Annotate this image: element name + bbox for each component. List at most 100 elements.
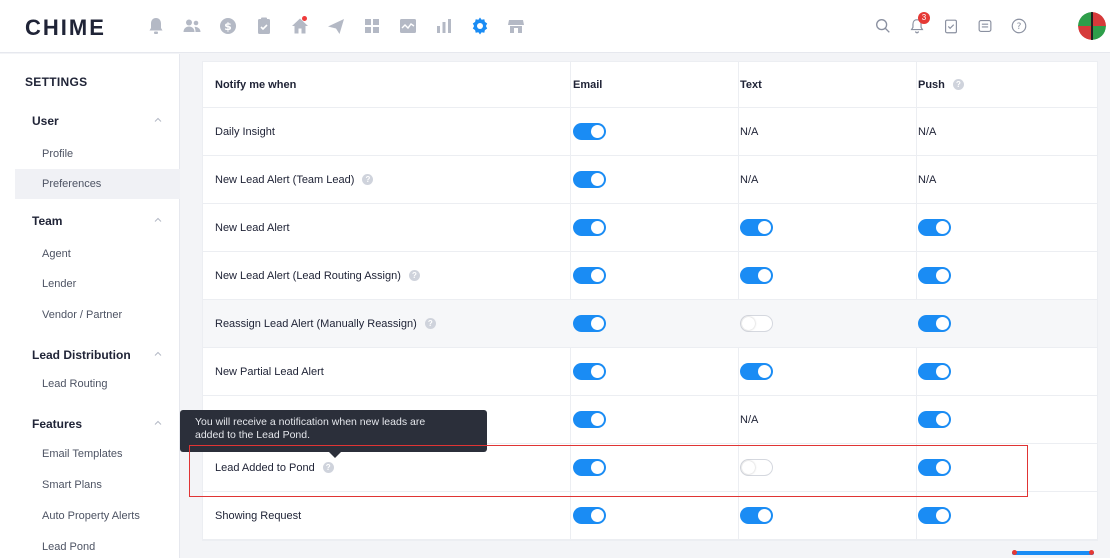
store-icon[interactable] (498, 12, 534, 40)
table-row: New Partial Lead Alert (203, 348, 1097, 396)
sidebar-item-preferences[interactable]: Preferences (15, 169, 180, 199)
email-toggle[interactable] (573, 315, 606, 332)
highlight-box (189, 445, 1028, 497)
chart-line-icon[interactable] (390, 12, 426, 40)
notification-badge: 3 (918, 12, 930, 24)
notification-bell-icon[interactable]: 3 (902, 12, 932, 40)
header-text: Text (740, 78, 762, 91)
help-icon[interactable]: ? (1004, 12, 1034, 40)
table-row: Showing Request (203, 492, 1097, 540)
clipboard-icon[interactable] (246, 12, 282, 40)
help-icon[interactable]: ? (424, 318, 436, 329)
text-toggle-cell (740, 348, 900, 395)
bell-icon[interactable] (138, 12, 174, 40)
notification-name: Showing Request (215, 509, 302, 522)
email-toggle[interactable] (573, 123, 606, 140)
push-toggle[interactable] (918, 507, 951, 524)
sidebar-item-auto-property-alerts[interactable]: Auto Property Alerts (15, 501, 180, 531)
sidebar-group-team[interactable]: Team (0, 204, 180, 238)
sidebar-group-label: Team (32, 214, 63, 228)
help-icon[interactable]: ? (408, 270, 420, 281)
header-push: Push? (918, 62, 1088, 107)
email-toggle[interactable] (573, 219, 606, 236)
task-icon[interactable] (936, 12, 966, 40)
chevron-up-icon (154, 117, 162, 122)
send-icon[interactable] (318, 12, 354, 40)
text-toggle[interactable] (740, 363, 773, 380)
notification-name: Daily Insight (215, 125, 275, 138)
text-toggle[interactable] (740, 315, 773, 332)
email-toggle[interactable] (573, 171, 606, 188)
sidebar-item-email-templates[interactable]: Email Templates (15, 439, 180, 469)
push-toggle-cell (918, 204, 1088, 251)
sidebar-item-lead-routing[interactable]: Lead Routing (15, 369, 180, 399)
push-toggle-cell (918, 348, 1088, 395)
notification-name: New Partial Lead Alert (215, 365, 324, 378)
table-row: Reassign Lead Alert (Manually Reassign)? (203, 300, 1097, 348)
push-toggle[interactable] (918, 411, 951, 428)
table-row: New Lead Alert (Lead Routing Assign)? (203, 252, 1097, 300)
sidebar-item-vendor-partner[interactable]: Vendor / Partner (15, 300, 180, 330)
sidebar-item-smart-plans[interactable]: Smart Plans (15, 470, 180, 500)
sidebar-group-label: User (32, 114, 59, 128)
bar-chart-icon[interactable] (426, 12, 462, 40)
sidebar-group-features[interactable]: Features (0, 407, 180, 441)
header-notify-me-when: Notify me when (215, 78, 297, 91)
email-toggle[interactable] (573, 411, 606, 428)
sidebar-item-lender[interactable]: Lender (15, 269, 180, 299)
utility-icons: 3 ? (868, 12, 1038, 40)
sidebar-group-label: Features (32, 417, 83, 431)
search-icon[interactable] (868, 12, 898, 40)
push-value: N/A (918, 125, 937, 138)
email-toggle-cell (573, 396, 733, 443)
text-value: N/A (740, 413, 759, 426)
sidebar-title: SETTINGS (25, 75, 88, 89)
text-value: N/A (740, 125, 759, 138)
text-toggle[interactable] (740, 507, 773, 524)
indicator-dot (1089, 550, 1094, 555)
email-toggle-cell (573, 300, 733, 347)
push-toggle[interactable] (918, 315, 951, 332)
sidebar-group-lead-distribution[interactable]: Lead Distribution (0, 338, 180, 372)
sidebar-item-lead-pond[interactable]: Lead Pond (15, 532, 180, 558)
dollar-icon[interactable]: $ (210, 12, 246, 40)
push-toggle-cell (918, 396, 1088, 443)
chime-logo[interactable]: CHIME (25, 15, 106, 41)
settings-icon[interactable] (462, 12, 498, 40)
email-toggle[interactable] (573, 363, 606, 380)
scroll-indicator (1012, 551, 1094, 555)
text-toggle-cell (740, 252, 900, 299)
help-icon[interactable]: ? (362, 174, 374, 185)
push-toggle[interactable] (918, 267, 951, 284)
email-toggle[interactable] (573, 507, 606, 524)
indicator-dot (1012, 550, 1017, 555)
help-icon[interactable]: ? (952, 79, 964, 90)
push-toggle-cell (918, 252, 1088, 299)
sidebar-item-profile[interactable]: Profile (15, 139, 180, 169)
text-toggle[interactable] (740, 219, 773, 236)
table-row: New Lead Alert (Team Lead)? N/A N/A (203, 156, 1097, 204)
email-toggle-cell (573, 108, 733, 155)
push-toggle[interactable] (918, 219, 951, 236)
message-icon[interactable] (970, 12, 1000, 40)
home-icon[interactable] (282, 12, 318, 40)
table-row: Daily Insight N/A N/A (203, 108, 1097, 156)
sidebar-item-agent[interactable]: Agent (15, 239, 180, 269)
email-toggle-cell (573, 348, 733, 395)
notification-name: New Lead Alert (Team Lead)? (215, 156, 565, 203)
push-toggle-cell (918, 492, 1088, 539)
avatar[interactable] (1078, 12, 1106, 40)
email-toggle[interactable] (573, 267, 606, 284)
people-icon[interactable] (174, 12, 210, 40)
text-toggle-cell (740, 204, 900, 251)
notification-name: New Lead Alert (Lead Routing Assign)? (215, 252, 565, 299)
grid-icon[interactable] (354, 12, 390, 40)
text-value: N/A (740, 173, 759, 186)
top-navbar: CHIME $ 3 ? (0, 0, 1110, 53)
push-toggle[interactable] (918, 363, 951, 380)
sidebar-group-user[interactable]: User (0, 104, 180, 138)
text-toggle-cell (740, 492, 900, 539)
text-toggle[interactable] (740, 267, 773, 284)
chevron-up-icon (154, 420, 162, 425)
email-toggle-cell (573, 492, 733, 539)
